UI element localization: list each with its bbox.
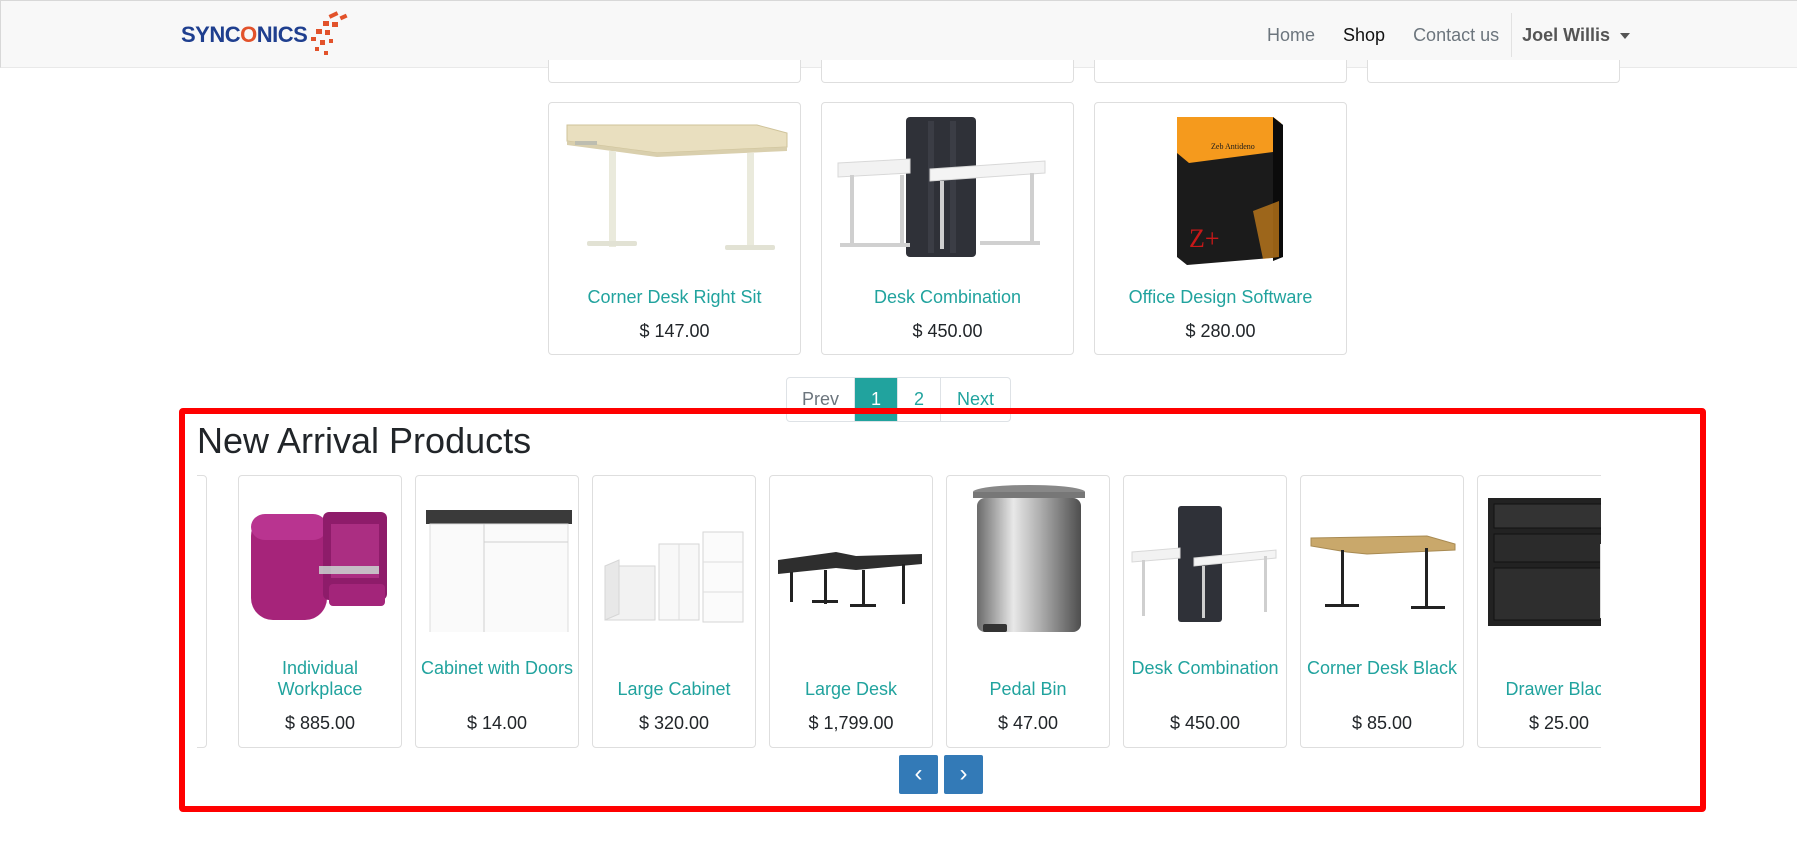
carousel-card-partial [197, 475, 207, 748]
product-image-pedal-bin[interactable] [953, 484, 1103, 632]
svg-text:Zeb Antideno: Zeb Antideno [1211, 142, 1255, 151]
page: SYNCONICS Home Shop Contact us Joel Will… [0, 0, 1797, 858]
carousel-card[interactable]: Pedal Bin $ 47.00 [946, 475, 1110, 748]
product-price: $ 450.00 [1169, 713, 1241, 733]
product-card-partial [548, 60, 801, 83]
svg-text:Z+: Z+ [1189, 224, 1220, 253]
product-name[interactable]: Large Desk [774, 679, 928, 700]
section-title: New Arrival Products [197, 420, 532, 461]
product-name[interactable]: Desk Combination [1128, 658, 1282, 679]
product-image-desk-combination[interactable] [1130, 484, 1280, 632]
product-price: $ 85.00 [1351, 713, 1413, 733]
product-image-desk-combination[interactable] [830, 111, 1065, 271]
caret-down-icon [1619, 33, 1630, 39]
product-image-office-design-software[interactable]: Zeb Antideno Z+ [1103, 111, 1338, 271]
product-price: $ 885.00 [284, 713, 356, 733]
product-price: $ 25.00 [1528, 713, 1590, 733]
product-card[interactable]: Zeb Antideno Z+ Office Design Software $… [1094, 102, 1347, 355]
product-card-partial [1094, 60, 1347, 83]
product-image-corner-desk-black[interactable] [1307, 484, 1457, 632]
carousel-card[interactable]: Cabinet with Doors $ 14.00 [415, 475, 579, 748]
nav-separator [1511, 13, 1513, 57]
carousel-prev-button[interactable]: ‹ [899, 755, 938, 794]
carousel-card[interactable]: Corner Desk Black $ 85.00 [1300, 475, 1464, 748]
chevron-left-icon: ‹ [914, 760, 923, 787]
product-name[interactable]: Drawer Black [1482, 679, 1601, 700]
product-card[interactable]: Corner Desk Right Sit $ 147.00 [548, 102, 801, 355]
product-name[interactable]: Individual Workplace [243, 658, 397, 700]
logo[interactable]: SYNCONICS [181, 11, 349, 59]
product-card-partial [1367, 60, 1620, 83]
product-name[interactable]: Corner Desk Black [1305, 658, 1459, 679]
carousel-card[interactable]: Drawer Black $ 25.00 [1477, 475, 1601, 748]
product-price: $ 1,799.00 [808, 713, 894, 733]
logo-mark-icon [309, 11, 349, 59]
product-name[interactable]: Office Design Software [1095, 287, 1346, 308]
nav-contact-us[interactable]: Contact us [1413, 25, 1499, 46]
new-arrivals-carousel: Individual Workplace $ 885.00 Cabinet wi… [197, 474, 1601, 750]
navbar: SYNCONICS Home Shop Contact us Joel Will… [0, 0, 1797, 68]
chevron-right-icon: › [959, 760, 968, 787]
carousel-card[interactable]: Large Desk $ 1,799.00 [769, 475, 933, 748]
logo-text: SYNCONICS [181, 22, 308, 47]
product-card[interactable]: Desk Combination $ 450.00 [821, 102, 1074, 355]
nav-links: Home Shop Contact us Joel Willis [1267, 13, 1630, 57]
product-image-cabinet-with-doors[interactable] [422, 484, 572, 637]
user-name: Joel Willis [1522, 24, 1610, 45]
carousel-card[interactable]: Desk Combination $ 450.00 [1123, 475, 1287, 748]
product-name[interactable]: Large Cabinet [597, 679, 751, 700]
nav-shop[interactable]: Shop [1343, 25, 1385, 46]
product-price: $ 450.00 [912, 321, 983, 341]
product-price: $ 14.00 [466, 713, 528, 733]
product-price: $ 47.00 [997, 713, 1059, 733]
product-image-individual-workplace[interactable] [245, 484, 395, 632]
product-name[interactable]: Corner Desk Right Sit [549, 287, 800, 308]
product-name[interactable]: Cabinet with Doors [420, 658, 574, 679]
nav-home[interactable]: Home [1267, 25, 1315, 46]
carousel-next-button[interactable]: › [944, 755, 983, 794]
product-price: $ 147.00 [639, 321, 710, 341]
product-price: $ 320.00 [638, 713, 710, 733]
carousel-card[interactable]: Large Cabinet $ 320.00 [592, 475, 756, 748]
product-name[interactable]: Desk Combination [822, 287, 1073, 308]
user-menu[interactable]: Joel Willis [1522, 25, 1630, 46]
product-name[interactable]: Pedal Bin [951, 679, 1105, 700]
product-card-partial [821, 60, 1074, 83]
product-price: $ 280.00 [1185, 321, 1256, 341]
carousel-card[interactable]: Individual Workplace $ 885.00 [238, 475, 402, 748]
product-image-drawer-black[interactable] [1484, 484, 1601, 632]
product-image-large-cabinet[interactable] [599, 484, 749, 632]
product-image-large-desk[interactable] [776, 484, 926, 632]
product-image-corner-desk-right-sit[interactable] [557, 111, 792, 271]
